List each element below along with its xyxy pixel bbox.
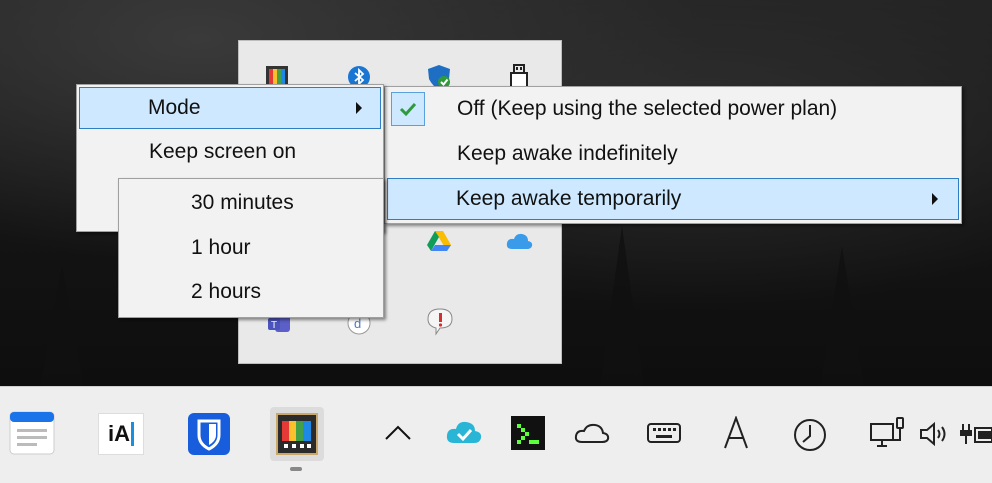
keyboard-icon[interactable] — [646, 421, 682, 445]
network-icon[interactable] — [868, 415, 908, 451]
volume-icon[interactable] — [916, 419, 952, 449]
awake-app-icon[interactable] — [270, 407, 324, 461]
menu-item-keep-awake-indefinitely-label: Keep awake indefinitely — [457, 142, 678, 165]
onedrive-icon[interactable] — [574, 421, 610, 445]
power-icon[interactable] — [958, 419, 992, 449]
temporary-duration-submenu: 30 minutes 1 hour 2 hours — [118, 178, 384, 318]
ia-writer-cursor — [131, 422, 134, 446]
running-indicator — [290, 467, 302, 471]
icloud-icon[interactable] — [505, 227, 533, 255]
submenu-arrow-icon — [932, 193, 938, 205]
submenu-arrow-icon — [356, 102, 362, 114]
svg-text:d: d — [354, 316, 361, 331]
clock-icon[interactable] — [792, 417, 828, 453]
notepad-icon[interactable] — [8, 409, 56, 457]
menu-item-off-label: Off (Keep using the selected power plan) — [457, 97, 838, 120]
menu-item-keep-awake-temporarily[interactable]: Keep awake temporarily — [387, 178, 959, 220]
mode-submenu: Off (Keep using the selected power plan)… — [384, 86, 962, 224]
menu-item-keep-awake-indefinitely[interactable]: Keep awake indefinitely — [387, 134, 959, 174]
menu-item-30-minutes[interactable]: 30 minutes — [121, 183, 381, 223]
show-hidden-icons-chevron[interactable] — [382, 421, 414, 445]
svg-text:T: T — [271, 320, 277, 331]
menu-item-2-hours[interactable]: 2 hours — [121, 272, 381, 312]
menu-item-1-hour[interactable]: 1 hour — [121, 228, 381, 268]
font-a-icon[interactable] — [720, 415, 752, 451]
menu-item-keep-awake-temporarily-label: Keep awake temporarily — [456, 187, 682, 210]
menu-item-2-hours-label: 2 hours — [191, 280, 262, 303]
menu-item-off[interactable]: Off (Keep using the selected power plan) — [387, 89, 959, 129]
menu-item-keep-screen-on-label: Keep screen on — [149, 140, 297, 163]
menu-item-mode[interactable]: Mode — [79, 87, 381, 129]
menu-item-1-hour-label: 1 hour — [191, 236, 251, 259]
tree-silhouette — [40, 266, 84, 386]
menu-item-keep-screen-on[interactable]: Keep screen on — [79, 132, 381, 172]
ia-writer-icon[interactable]: iA — [98, 413, 144, 455]
terminal-green-icon[interactable] — [510, 415, 546, 451]
feedback-icon[interactable] — [425, 307, 453, 336]
bitwarden-icon[interactable] — [186, 411, 232, 457]
menu-item-30-minutes-label: 30 minutes — [191, 191, 294, 214]
cloud-check-icon[interactable] — [444, 417, 484, 447]
google-drive-icon[interactable] — [425, 227, 453, 255]
taskbar: iA — [0, 386, 992, 483]
check-icon — [399, 102, 417, 117]
checkmark-box — [391, 92, 425, 126]
menu-item-mode-label: Mode — [148, 96, 201, 119]
ia-writer-label: iA — [108, 421, 130, 446]
tree-silhouette — [600, 226, 644, 386]
tree-silhouette — [820, 246, 864, 386]
